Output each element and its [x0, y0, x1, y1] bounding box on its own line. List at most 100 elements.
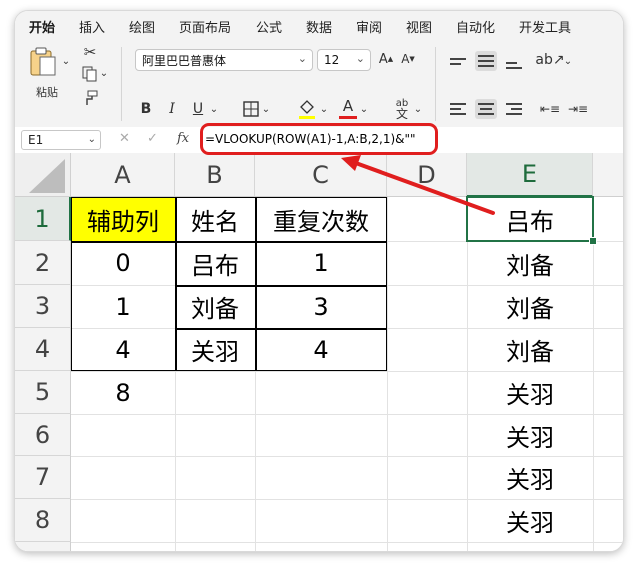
cell-a3[interactable]: 1: [71, 285, 175, 328]
cell-a4[interactable]: 4: [71, 328, 175, 371]
decrease-indent-icon[interactable]: ⇤≡: [539, 99, 561, 119]
cell-e3[interactable]: 刘备: [467, 285, 593, 328]
align-left-icon[interactable]: [447, 99, 469, 119]
chevron-down-icon: ⌄: [297, 52, 307, 65]
paste-chevron-down-icon[interactable]: ⌄: [61, 55, 71, 67]
gridline: [71, 542, 623, 543]
align-middle-icon[interactable]: [475, 51, 497, 71]
column-header-d[interactable]: D: [387, 153, 467, 197]
underline-chevron-down-icon[interactable]: ⌄: [209, 103, 219, 115]
cell-c4[interactable]: 4: [255, 328, 387, 371]
borders-icon[interactable]: [241, 99, 261, 119]
copy-icon[interactable]: [81, 65, 99, 83]
borders-chevron-down-icon[interactable]: ⌄: [261, 103, 271, 115]
cell-b1[interactable]: 姓名: [175, 197, 255, 241]
cell-c3[interactable]: 3: [255, 285, 387, 328]
row-header-5[interactable]: 5: [15, 371, 71, 414]
select-all-icon: [29, 159, 65, 193]
ribbon-tabs: 开始 插入 绘图 页面布局 公式 数据 审阅 视图 自动化 开发工具: [15, 11, 623, 42]
cut-icon[interactable]: ✂: [81, 43, 99, 61]
insert-function-icon[interactable]: fx: [177, 131, 189, 146]
cell-b4[interactable]: 关羽: [175, 328, 255, 371]
column-header-f[interactable]: [593, 153, 623, 197]
enter-icon[interactable]: ✓: [147, 131, 158, 146]
name-box[interactable]: E1 ⌄: [21, 130, 101, 150]
tab-data[interactable]: 数据: [306, 17, 332, 36]
row-header-8[interactable]: 8: [15, 499, 71, 542]
align-bottom-icon[interactable]: [503, 51, 525, 71]
row-header-7[interactable]: 7: [15, 456, 71, 499]
cell-a5[interactable]: 8: [71, 371, 175, 414]
select-all-button[interactable]: [15, 153, 71, 197]
format-painter-icon[interactable]: [81, 89, 99, 107]
column-header-e[interactable]: E: [467, 153, 593, 197]
chevron-down-icon: ⌄: [355, 52, 365, 65]
cell-e5[interactable]: 关羽: [467, 371, 593, 414]
ribbon-divider: [435, 47, 436, 121]
increase-indent-icon[interactable]: ⇥≡: [567, 99, 589, 119]
tab-automate[interactable]: 自动化: [456, 17, 495, 36]
font-name-select[interactable]: 阿里巴巴普惠体 ⌄: [135, 49, 313, 71]
tab-draw[interactable]: 绘图: [129, 17, 155, 36]
cell-e2[interactable]: 刘备: [467, 241, 593, 285]
align-center-icon[interactable]: [475, 99, 497, 119]
name-box-value: E1: [28, 133, 44, 147]
italic-button[interactable]: I: [163, 99, 181, 119]
align-right-icon[interactable]: [503, 99, 525, 119]
tab-home[interactable]: 开始: [29, 17, 55, 42]
tab-review[interactable]: 审阅: [356, 17, 382, 36]
decrease-font-icon[interactable]: A ▼: [399, 49, 417, 69]
fill-color-icon[interactable]: [297, 97, 317, 121]
cell-b3[interactable]: 刘备: [175, 285, 255, 328]
font-color-chevron-down-icon[interactable]: ⌄: [359, 103, 369, 115]
row-header-4[interactable]: 4: [15, 328, 71, 371]
cell-e7[interactable]: 关羽: [467, 456, 593, 499]
tab-page-layout[interactable]: 页面布局: [179, 17, 231, 36]
table-border: [71, 241, 175, 243]
row-header-1[interactable]: 1: [15, 197, 71, 241]
ribbon-divider: [121, 47, 122, 121]
tab-formulas[interactable]: 公式: [256, 17, 282, 36]
cell-e6[interactable]: 关羽: [467, 414, 593, 456]
increase-font-icon[interactable]: A ▲: [377, 49, 395, 69]
column-header-b[interactable]: B: [175, 153, 255, 197]
fill-chevron-down-icon[interactable]: ⌄: [319, 103, 329, 115]
font-size-select[interactable]: 12 ⌄: [317, 49, 371, 71]
underline-button[interactable]: U: [189, 99, 207, 119]
tab-developer[interactable]: 开发工具: [519, 17, 571, 36]
cell-a1[interactable]: 辅助列: [71, 197, 175, 241]
cell-b2[interactable]: 吕布: [175, 241, 255, 285]
paste-button-label[interactable]: 粘贴: [27, 83, 67, 101]
cell-c2[interactable]: 1: [255, 241, 387, 285]
excel-window: 开始 插入 绘图 页面布局 公式 数据 审阅 视图 自动化 开发工具 ⌄ 粘贴 …: [14, 10, 624, 552]
formula-highlight-box: [200, 123, 438, 155]
paste-icon[interactable]: [25, 45, 61, 79]
row-header-6[interactable]: 6: [15, 414, 71, 456]
phonetic-icon[interactable]: ab 文: [391, 97, 413, 121]
column-header-a[interactable]: A: [71, 153, 175, 197]
orientation-chevron-down-icon[interactable]: ⌄: [563, 55, 573, 67]
cell-a2[interactable]: 0: [71, 241, 175, 285]
table-border: [255, 197, 257, 371]
cell-e8[interactable]: 关羽: [467, 499, 593, 542]
bold-button[interactable]: B: [137, 99, 155, 119]
column-header-c[interactable]: C: [255, 153, 387, 197]
font-color-icon[interactable]: A: [339, 95, 357, 119]
copy-chevron-down-icon[interactable]: ⌄: [99, 67, 109, 79]
chevron-down-icon: ⌄: [87, 134, 96, 145]
table-border: [175, 285, 387, 287]
row-header-9[interactable]: [15, 542, 71, 551]
fill-handle[interactable]: [589, 237, 597, 245]
row-header-2[interactable]: 2: [15, 241, 71, 285]
tab-insert[interactable]: 插入: [79, 17, 105, 36]
cell-e4[interactable]: 刘备: [467, 328, 593, 371]
active-cell-outline: [466, 196, 594, 242]
phonetic-chevron-down-icon[interactable]: ⌄: [413, 103, 423, 115]
table-border: [175, 197, 177, 371]
tab-view[interactable]: 视图: [406, 17, 432, 36]
cell-c1[interactable]: 重复次数: [255, 197, 387, 241]
cancel-icon[interactable]: ✕: [119, 131, 130, 146]
orientation-icon[interactable]: ab↗: [535, 49, 564, 71]
align-top-icon[interactable]: [447, 51, 469, 71]
row-header-3[interactable]: 3: [15, 285, 71, 328]
